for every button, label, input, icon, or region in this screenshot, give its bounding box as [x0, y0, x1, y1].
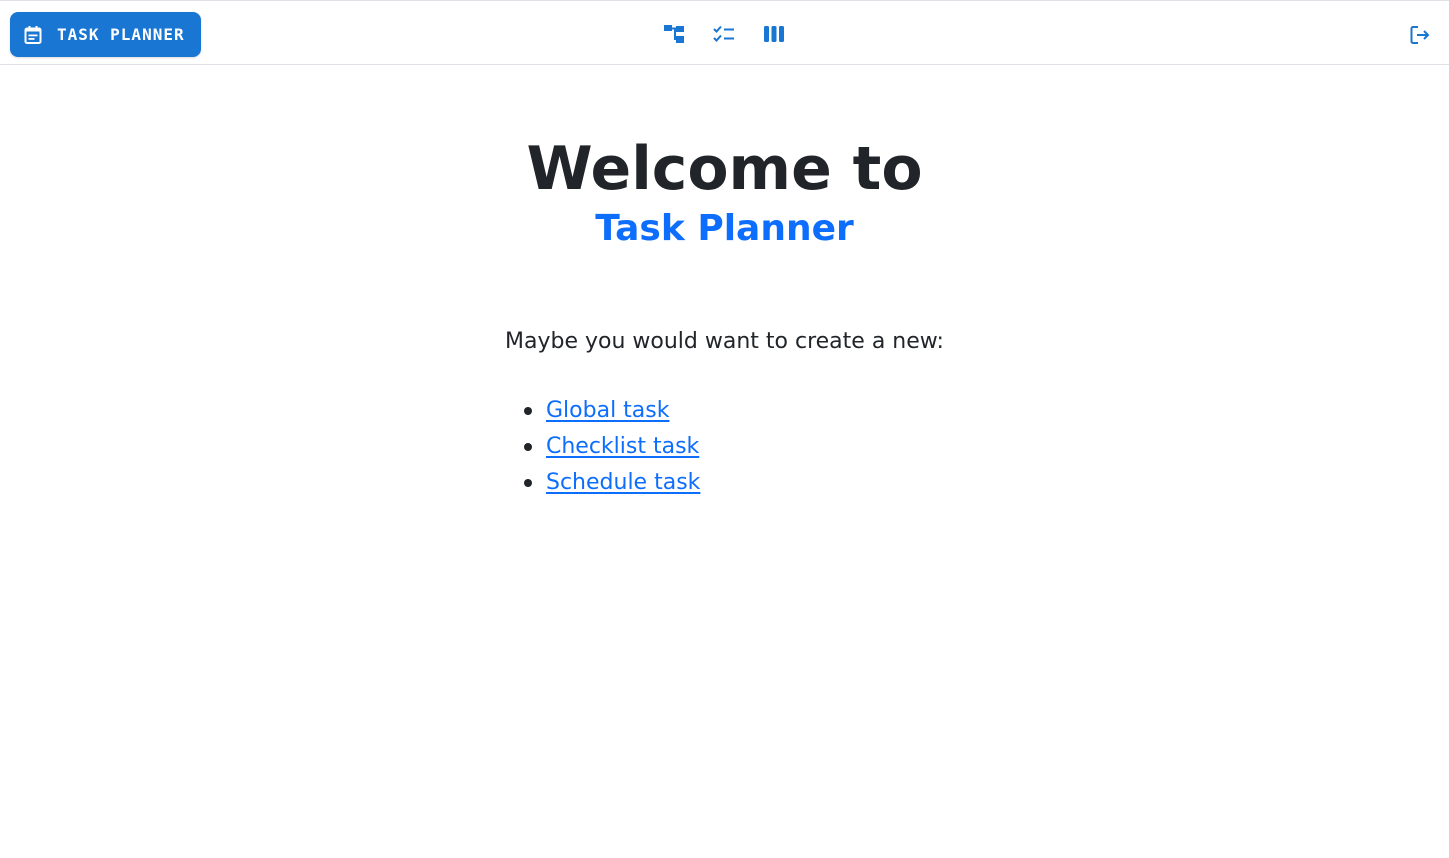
list-item: Schedule task	[524, 466, 700, 502]
top-navbar: TASK PLANNER	[0, 0, 1449, 65]
hierarchy-icon[interactable]	[662, 22, 686, 46]
checklist-icon[interactable]	[712, 22, 736, 46]
create-task-links: Global task Checklist task Schedule task	[524, 394, 700, 502]
list-item: Global task	[524, 394, 700, 430]
task-planner-home-button[interactable]: TASK PLANNER	[10, 12, 201, 57]
list-item: Checklist task	[524, 430, 700, 466]
brand-label: TASK PLANNER	[57, 24, 185, 44]
logout-icon[interactable]	[1408, 23, 1432, 47]
bullet-icon	[524, 407, 532, 415]
global-task-link[interactable]: Global task	[546, 398, 669, 423]
calendar-icon	[23, 25, 43, 45]
welcome-hero: Welcome to Task Planner	[0, 130, 1449, 250]
columns-icon[interactable]	[762, 22, 786, 46]
schedule-task-link[interactable]: Schedule task	[546, 470, 700, 495]
intro-text: Maybe you would want to create a new:	[505, 329, 944, 354]
checklist-task-link[interactable]: Checklist task	[546, 434, 699, 459]
bullet-icon	[524, 479, 532, 487]
page-subtitle: Task Planner	[595, 208, 854, 249]
main-navigation	[662, 22, 786, 46]
page-title: Welcome to	[526, 134, 923, 204]
bullet-icon	[524, 443, 532, 451]
